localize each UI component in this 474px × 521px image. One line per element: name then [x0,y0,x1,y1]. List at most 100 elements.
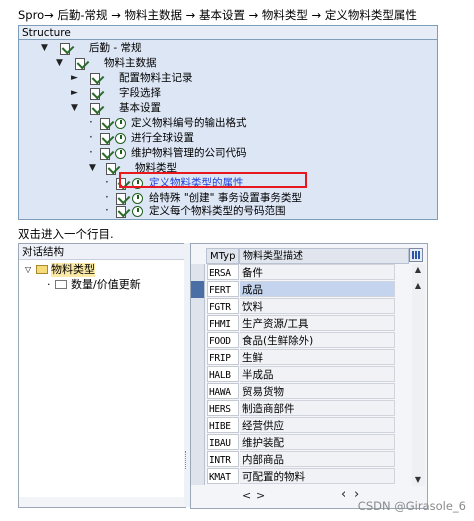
execute-clock-icon[interactable] [132,193,143,204]
material-type-description-cell[interactable]: 经营供应 [240,417,395,433]
dialog-item-label: 数量/价值更新 [71,278,141,291]
scroll-down-icon[interactable]: ▼ [412,474,424,486]
material-type-code-cell[interactable]: FHMI [207,315,239,331]
splitter-grip[interactable] [185,451,189,469]
caret-right-icon[interactable]: ► [71,71,78,86]
folder-icon [55,280,67,289]
grid-body: ERSA 备件 FERT 成品 FGTR 饮料 FHMI 生产资源/工具 FOOD 食品(生鲜除外… [191,264,411,489]
activity-folder-icon [59,41,75,55]
material-type-code-cell[interactable]: HIBE [207,417,239,433]
column-header-description[interactable]: 物料类型描述 [239,248,409,264]
material-type-code-cell[interactable]: ERSA [207,264,239,280]
tree-node-label: 后勤 - 常规 [89,42,142,54]
row-selector[interactable] [191,366,205,383]
bullet-icon: · [89,145,93,159]
material-type-description-cell[interactable]: 食品(生鲜除外) [240,332,395,348]
tree-node-label: 字段选择 [119,87,161,99]
material-type-description-cell[interactable]: 制造商部件 [240,400,395,416]
material-type-code-cell[interactable]: HALB [207,366,239,382]
caret-down-icon[interactable]: ▼ [71,101,78,116]
tree-node-label: 物料主数据 [104,57,157,69]
caret-down-icon[interactable]: ▼ [41,41,48,56]
tree-node-basic-settings[interactable]: ▼ 基本设置 [19,101,437,116]
execute-clock-icon[interactable] [115,118,126,129]
activity-folder-icon [99,131,115,145]
row-selector[interactable] [191,417,205,434]
tree-node-company-code[interactable]: · 维护物料管理的公司代码 [19,146,437,161]
tree-header: Structure [19,26,437,40]
material-type-code-cell[interactable]: FGTR [207,298,239,314]
tree-node-global-settings[interactable]: · 进行全球设置 [19,131,437,146]
row-selector[interactable] [191,383,205,400]
row-selector[interactable] [191,281,205,298]
row-selector[interactable] [191,298,205,315]
material-type-code-cell[interactable]: INTR [207,451,239,467]
tree-node-number-ranges[interactable]: · 定义每个物料类型的号码范围 [19,204,437,219]
column-settings-icon[interactable] [409,248,423,262]
material-type-description-cell[interactable]: 内部商品 [240,451,395,467]
activity-folder-icon [105,161,121,175]
tree-node-field-selection[interactable]: ► 字段选择 [19,86,437,101]
material-type-code-cell[interactable]: KMAT [207,468,239,484]
material-type-description-cell[interactable]: 可配置的物料 [240,468,395,484]
activity-folder-icon [115,204,131,218]
material-type-description-cell[interactable]: 饮料 [240,298,395,314]
row-selector[interactable] [191,468,205,485]
tree-node-label: 基本设置 [119,102,161,114]
caret-down-icon[interactable]: ▼ [89,161,96,176]
material-type-description-cell[interactable]: 生鲜 [240,349,395,365]
bullet-icon: · [105,203,109,217]
material-type-description-cell[interactable]: 维护装配 [240,434,395,450]
material-type-description-cell[interactable]: 半成品 [240,366,395,382]
material-type-code-cell[interactable]: FOOD [207,332,239,348]
tree-node-output-format[interactable]: · 定义物料编号的输出格式 [19,116,437,131]
material-type-code-cell[interactable]: HERS [207,400,239,416]
execute-clock-icon[interactable] [132,206,143,217]
structure-tree: Structure ▼ 后勤 - 常规 ▼ 物料主数据 ► 配置物料主记录 ► … [18,25,438,220]
tree-node-label: 配置物料主记录 [119,72,193,84]
vertical-scrollbar[interactable]: ▲ ▲ ▼ [412,264,425,486]
activity-folder-icon [89,71,105,85]
scroll-up-icon[interactable]: ▲ [412,264,424,276]
material-type-description-cell[interactable]: 生产资源/工具 [240,315,395,331]
scroll-right-icon[interactable]: > [256,489,265,503]
activity-folder-icon [99,146,115,160]
material-type-description-cell[interactable]: 备件 [240,264,395,280]
scroll-up-icon[interactable]: ▲ [412,280,424,292]
row-selector[interactable] [191,264,205,281]
tree-node-label: 进行全球设置 [131,132,194,144]
row-selector[interactable] [191,400,205,417]
breadcrumb: Spro→ 后勤-常规 → 物料主数据 → 基本设置 → 物料类型 → 定义物料… [18,8,417,22]
material-type-code-cell[interactable]: FRIP [207,349,239,365]
execute-clock-icon[interactable] [115,148,126,159]
activity-folder-icon [99,116,115,130]
row-selector[interactable] [191,434,205,451]
activity-folder-icon [74,56,90,70]
scroll-left-icon[interactable]: < [242,489,251,503]
row-selector[interactable] [191,315,205,332]
material-type-code-cell[interactable]: HAWA [207,383,239,399]
execute-clock-icon[interactable] [115,133,126,144]
caret-down-icon[interactable]: ▽ [25,263,31,277]
row-selector[interactable] [191,332,205,349]
tree-node-material-master[interactable]: ▼ 物料主数据 [19,56,437,71]
scroll-left-icon[interactable]: ‹ [341,488,346,502]
activity-folder-icon [89,101,105,115]
column-header-mtyp[interactable]: MTyp [206,248,239,264]
row-selector[interactable] [191,451,205,468]
caret-down-icon[interactable]: ▼ [56,56,63,71]
material-type-description-cell[interactable]: 贸易货物 [240,383,395,399]
tree-node-label: 维护物料管理的公司代码 [131,147,247,159]
material-type-code-cell[interactable]: IBAU [207,434,239,450]
material-type-code-cell[interactable]: FERT [207,281,239,297]
dialog-structure-header: 对话结构 [19,244,185,260]
row-selector[interactable] [191,349,205,366]
tree-node-label: 定义物料编号的输出格式 [131,117,247,129]
activity-folder-icon [89,86,105,100]
bullet-icon: · [105,175,109,189]
caret-right-icon[interactable]: ► [71,86,78,101]
tree-node-logistics-general[interactable]: ▼ 后勤 - 常规 [19,41,437,56]
tree-node-config-material-record[interactable]: ► 配置物料主记录 [19,71,437,86]
material-type-description-cell[interactable]: 成品 [240,281,395,297]
bullet-icon: · [89,115,93,129]
